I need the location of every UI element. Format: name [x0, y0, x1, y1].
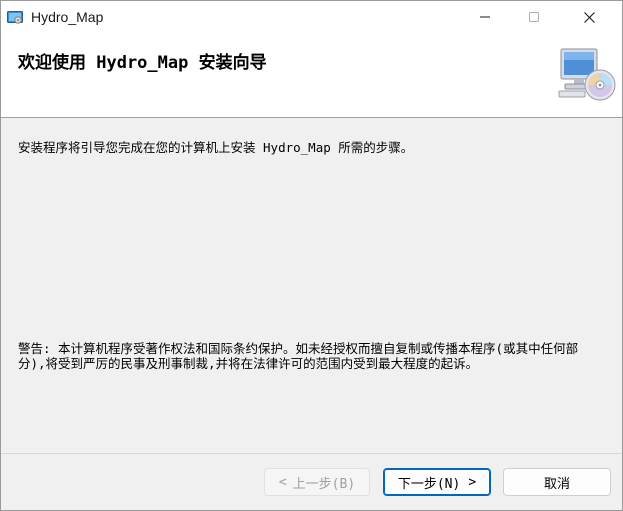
next-button-label: 下一步(N): [397, 476, 461, 492]
chevron-right-icon: >: [468, 474, 477, 490]
header-banner: 欢迎使用 Hydro_Map 安装向导: [1, 33, 622, 118]
chevron-left-icon: <: [278, 474, 287, 490]
cancel-button-label: 取消: [543, 476, 570, 492]
minimize-icon: [480, 16, 490, 18]
page-title: 欢迎使用 Hydro_Map 安装向导: [18, 53, 267, 73]
copyright-warning: 警告: 本计算机程序受著作权法和国际条约保护。如未经授权而擅自复制或传播本程序(…: [18, 341, 579, 371]
close-icon: [583, 11, 595, 23]
back-button-label: 上一步(B): [292, 476, 356, 492]
maximize-icon: [529, 12, 539, 22]
maximize-button[interactable]: [511, 1, 557, 33]
close-button[interactable]: [566, 1, 612, 33]
app-icon: [7, 10, 23, 24]
title-bar[interactable]: Hydro_Map: [1, 1, 622, 33]
window-title: Hydro_Map: [31, 9, 104, 25]
footer-divider: [1, 453, 622, 454]
installer-window: Hydro_Map 欢迎使用 Hydro_Map 安装向导 安装程序将引导您完成…: [0, 0, 623, 511]
back-button[interactable]: < 上一步(B): [264, 468, 370, 496]
minimize-button[interactable]: [462, 1, 508, 33]
computer-disc-icon: [557, 47, 617, 103]
cancel-button[interactable]: 取消: [503, 468, 611, 496]
intro-text: 安装程序将引导您完成在您的计算机上安装 Hydro_Map 所需的步骤。: [18, 140, 414, 155]
next-button[interactable]: 下一步(N) >: [383, 468, 491, 496]
